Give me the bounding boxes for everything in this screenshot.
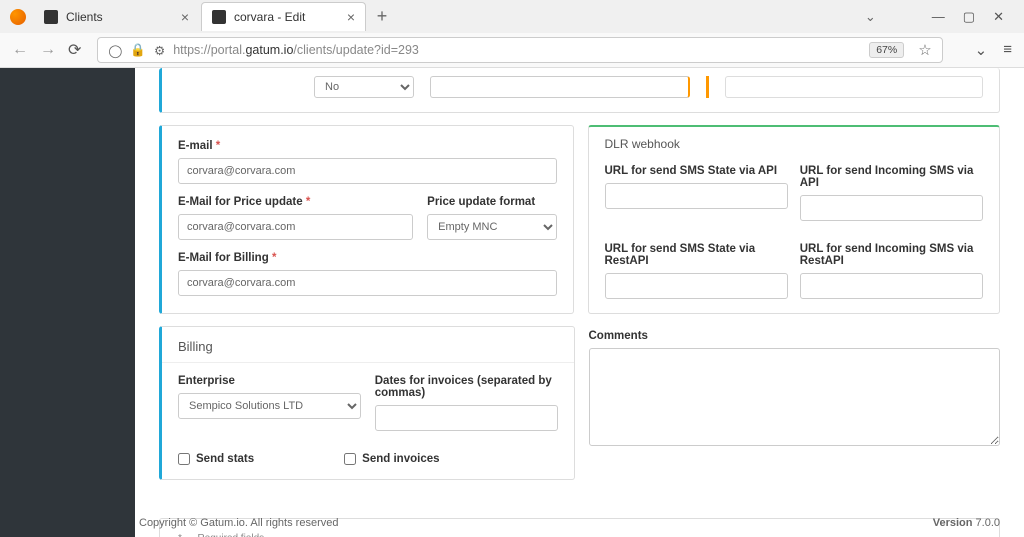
price-email-label: E-Mail for Price update * xyxy=(178,196,413,208)
new-tab-button[interactable]: + xyxy=(368,3,396,31)
permissions-icon: ⚙ xyxy=(154,43,165,58)
close-icon[interactable]: × xyxy=(347,9,355,25)
bookmark-star-icon[interactable]: ☆ xyxy=(918,41,931,59)
maximize-button[interactable]: ▢ xyxy=(963,9,975,25)
forward-button: → xyxy=(40,41,56,59)
tab-title: corvara - Edit xyxy=(234,10,305,24)
dlr-sms-rest-input[interactable] xyxy=(605,273,788,299)
orange-divider xyxy=(706,76,709,98)
page-wrap: No E-mail * E-Mail for Price update * xyxy=(0,68,1024,537)
close-window-button[interactable]: ✕ xyxy=(993,9,1004,25)
browser-toolbar: ← → ⟳ ◯ 🔒 ⚙ https://portal.gatum.io/clie… xyxy=(0,33,1024,67)
dates-label: Dates for invoices (separated by commas) xyxy=(375,375,558,399)
shield-icon: ◯ xyxy=(108,43,122,58)
sidebar xyxy=(0,68,135,537)
billing-email-input[interactable] xyxy=(178,270,557,296)
lock-icon: 🔒 xyxy=(130,43,146,58)
dlr-incoming-api-label: URL for send Incoming SMS via API xyxy=(800,165,983,189)
firefox-icon xyxy=(10,9,26,25)
toolbar-right: ⌄ ≡ xyxy=(975,41,1012,59)
dates-input[interactable] xyxy=(375,405,558,431)
dlr-sms-rest-label: URL for send SMS State via RestAPI xyxy=(605,243,788,267)
price-email-input[interactable] xyxy=(178,214,413,240)
tab-title: Clients xyxy=(66,10,103,24)
billing-title: Billing xyxy=(162,327,574,363)
minimize-button[interactable]: — xyxy=(932,9,945,25)
required-note: * — Required fields xyxy=(178,533,981,537)
email-dlr-row: E-mail * E-Mail for Price update * Price… xyxy=(159,125,1000,326)
enterprise-label: Enterprise xyxy=(178,375,361,387)
price-format-select[interactable]: Empty MNC xyxy=(427,214,556,240)
dlr-incoming-rest-input[interactable] xyxy=(800,273,983,299)
send-invoices-checkbox[interactable]: Send invoices xyxy=(344,453,439,465)
billing-card: Billing Enterprise Sempico Solutions LTD… xyxy=(159,326,575,480)
tab-bar: Clients × corvara - Edit × + ⌄ — ▢ ✕ xyxy=(0,0,1024,33)
textarea-small[interactable] xyxy=(430,76,690,98)
price-format-label: Price update format xyxy=(427,196,556,208)
dlr-incoming-rest-label: URL for send Incoming SMS via RestAPI xyxy=(800,243,983,267)
page-footer: Copyright © Gatum.io. All rights reserve… xyxy=(139,517,1000,529)
billing-comments-row: Billing Enterprise Sempico Solutions LTD… xyxy=(159,326,1000,492)
comments-textarea[interactable] xyxy=(589,348,1001,446)
url-text: https://portal.gatum.io/clients/update?i… xyxy=(173,43,419,57)
tab-favicon xyxy=(212,10,226,24)
content: No E-mail * E-Mail for Price update * xyxy=(135,68,1024,537)
url-bar[interactable]: ◯ 🔒 ⚙ https://portal.gatum.io/clients/up… xyxy=(97,37,942,63)
dlr-incoming-api-input[interactable] xyxy=(800,195,983,221)
email-input[interactable] xyxy=(178,158,557,184)
comments-section: Comments xyxy=(589,326,1001,492)
send-stats-checkbox[interactable]: Send stats xyxy=(178,453,254,465)
close-icon[interactable]: × xyxy=(181,9,189,25)
white-box xyxy=(725,76,984,98)
dlr-title: DLR webhook xyxy=(605,137,984,155)
tab-favicon xyxy=(44,10,58,24)
dlr-card: DLR webhook URL for send SMS State via A… xyxy=(588,125,1001,314)
pocket-icon[interactable]: ⌄ xyxy=(975,41,988,59)
copyright: Copyright © Gatum.io. All rights reserve… xyxy=(139,517,338,529)
browser-chrome: Clients × corvara - Edit × + ⌄ — ▢ ✕ ← →… xyxy=(0,0,1024,68)
chevron-down-icon[interactable]: ⌄ xyxy=(865,9,876,25)
tab-corvara-edit[interactable]: corvara - Edit × xyxy=(201,2,366,31)
top-card: No xyxy=(159,68,1000,113)
window-controls: ⌄ — ▢ ✕ xyxy=(865,9,1016,25)
tab-clients[interactable]: Clients × xyxy=(34,3,199,31)
dlr-sms-api-label: URL for send SMS State via API xyxy=(605,165,788,177)
menu-icon[interactable]: ≡ xyxy=(1003,41,1012,59)
email-label: E-mail * xyxy=(178,140,557,152)
billing-email-label: E-Mail for Billing * xyxy=(178,252,557,264)
email-card: E-mail * E-Mail for Price update * Price… xyxy=(159,125,574,314)
dlr-sms-api-input[interactable] xyxy=(605,183,788,209)
url-security-icons: ◯ 🔒 ⚙ xyxy=(108,43,165,58)
enterprise-select[interactable]: Sempico Solutions LTD xyxy=(178,393,361,419)
zoom-badge[interactable]: 67% xyxy=(869,42,904,58)
comments-label: Comments xyxy=(589,330,1001,342)
back-button[interactable]: ← xyxy=(12,41,28,59)
version: Version 7.0.0 xyxy=(933,517,1000,529)
select-no[interactable]: No xyxy=(314,76,414,98)
reload-button[interactable]: ⟳ xyxy=(68,40,81,60)
